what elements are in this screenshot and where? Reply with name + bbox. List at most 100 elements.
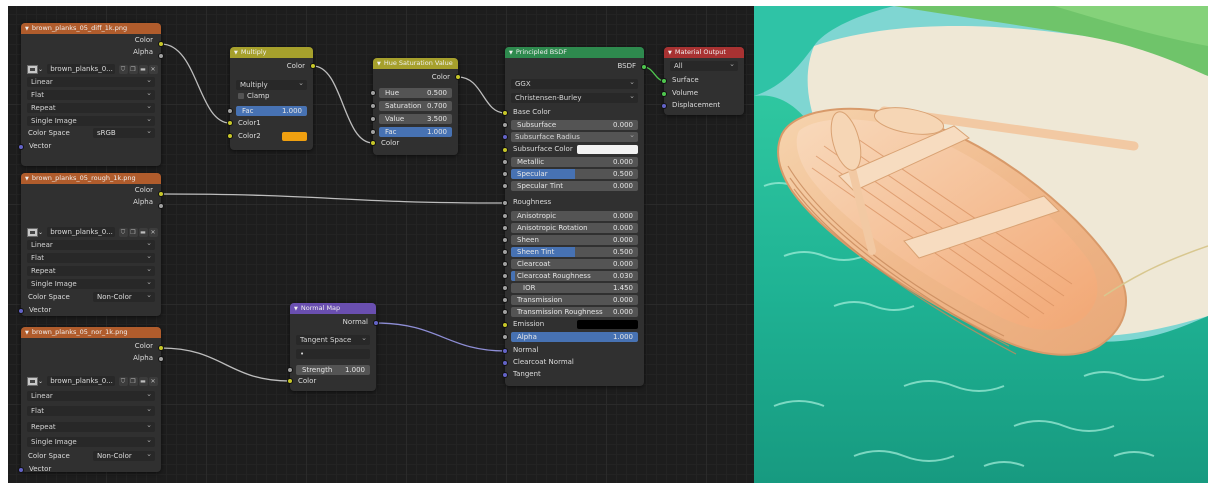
hue-field[interactable]: Hue 0.500: [379, 88, 452, 98]
output-color-socket[interactable]: [158, 345, 164, 351]
input-subsurface-radius-socket[interactable]: [502, 134, 508, 140]
ior-field[interactable]: IOR 1.450: [511, 283, 638, 293]
copy-icon[interactable]: ❐: [128, 64, 138, 74]
image-icon[interactable]: [27, 376, 38, 386]
node-header[interactable]: ▼ Hue Saturation Value: [373, 58, 458, 69]
input-specular-socket[interactable]: [502, 171, 508, 177]
node-header[interactable]: ▼ Principled BSDF: [505, 47, 644, 58]
projection-dropdown[interactable]: Flat: [27, 90, 155, 100]
color-space-dropdown[interactable]: Non-Color: [93, 449, 155, 461]
image-name[interactable]: brown_planks_0...: [47, 64, 116, 74]
input-transmission-roughness-socket[interactable]: [502, 309, 508, 315]
image-name[interactable]: brown_planks_0...: [47, 376, 116, 386]
image-selector[interactable]: ⌄ brown_planks_0... ⛉ ❐ ▬ ✕: [27, 376, 158, 386]
close-icon[interactable]: ✕: [148, 376, 158, 386]
input-tangent-socket[interactable]: [502, 372, 508, 378]
input-subsurface-color-socket[interactable]: [502, 147, 508, 153]
node-header[interactable]: ▼ brown_planks_05_diff_1k.png: [21, 23, 161, 34]
image-selector[interactable]: ⌄ brown_planks_0... ⛉ ❐ ▬ ✕: [27, 227, 158, 237]
input-metallic-socket[interactable]: [502, 159, 508, 165]
subsurface-color-swatch[interactable]: [577, 145, 638, 154]
projection-dropdown[interactable]: Flat: [27, 253, 155, 263]
space-dropdown[interactable]: Tangent Space: [296, 335, 370, 345]
node-header[interactable]: ▼ Multiply: [230, 47, 313, 58]
image-icon[interactable]: [27, 227, 38, 237]
blend-mode-dropdown[interactable]: Multiply: [236, 80, 307, 90]
source-dropdown[interactable]: Single Image: [27, 116, 155, 126]
clearcoat-roughness-field[interactable]: Clearcoat Roughness 0.030: [511, 271, 638, 281]
input-roughness-socket[interactable]: [502, 200, 508, 206]
output-normal-socket[interactable]: [373, 320, 379, 326]
fac-slider[interactable]: Fac 1.000: [379, 127, 452, 137]
input-vector-socket[interactable]: [18, 467, 24, 473]
image-texture-node-nor[interactable]: ▼ brown_planks_05_nor_1k.png Color Alpha …: [18, 327, 164, 473]
image-texture-node-rough[interactable]: ▼ brown_planks_05_rough_1k.png Color Alph…: [18, 173, 164, 316]
input-surface-socket[interactable]: [661, 78, 667, 84]
input-value-socket[interactable]: [370, 116, 376, 122]
output-alpha-socket[interactable]: [158, 203, 164, 209]
image-name[interactable]: brown_planks_0...: [47, 227, 116, 237]
output-bsdf-socket[interactable]: [641, 64, 647, 70]
input-transmission-socket[interactable]: [502, 297, 508, 303]
color-space-dropdown[interactable]: Non-Color: [93, 290, 155, 302]
input-color2-socket[interactable]: [227, 133, 233, 139]
extension-dropdown[interactable]: Repeat: [27, 266, 155, 276]
clearcoat-field[interactable]: Clearcoat 0.000: [511, 259, 638, 269]
extension-dropdown[interactable]: Repeat: [27, 422, 155, 432]
principled-bsdf-node[interactable]: ▼Principled BSDF BSDF GGX Christensen-Bu…: [502, 47, 647, 386]
color2-swatch[interactable]: [282, 132, 307, 141]
interpolation-dropdown[interactable]: Linear: [27, 77, 155, 87]
projection-dropdown[interactable]: Flat: [27, 406, 155, 416]
input-clearcoat-roughness-socket[interactable]: [502, 273, 508, 279]
output-color-socket[interactable]: [455, 74, 461, 80]
sheen-tint-field[interactable]: Sheen Tint 0.500: [511, 247, 638, 257]
mix-rgb-node[interactable]: ▼Multiply Color Multiply Clamp Fac1.000 …: [227, 47, 316, 150]
shader-node-editor[interactable]: ▼ brown_planks_05_diff_1k.png Color Alpha…: [8, 6, 754, 483]
transmission-field[interactable]: Transmission 0.000: [511, 295, 638, 305]
input-saturation-socket[interactable]: [370, 103, 376, 109]
input-emission-socket[interactable]: [502, 322, 508, 328]
emission-color-swatch[interactable]: [577, 320, 638, 329]
input-base-color-socket[interactable]: [502, 110, 508, 116]
metallic-field[interactable]: Metallic 0.000: [511, 157, 638, 167]
input-clearcoat-normal-socket[interactable]: [502, 360, 508, 366]
input-ior-socket[interactable]: [502, 285, 508, 291]
input-anisotropic-rotation-socket[interactable]: [502, 225, 508, 231]
output-color-socket[interactable]: [158, 41, 164, 47]
normal-map-node[interactable]: ▼Normal Map Normal Tangent Space • Stren…: [287, 303, 379, 391]
input-strength-socket[interactable]: [287, 367, 293, 373]
input-color-socket[interactable]: [287, 378, 293, 384]
input-hue-socket[interactable]: [370, 90, 376, 96]
input-vector-socket[interactable]: [18, 144, 24, 150]
output-color-socket[interactable]: [310, 63, 316, 69]
close-icon[interactable]: ✕: [148, 227, 158, 237]
input-vector-socket[interactable]: [18, 308, 24, 314]
node-header[interactable]: ▼ brown_planks_05_rough_1k.png: [21, 173, 161, 184]
image-selector[interactable]: ⌄ brown_planks_0... ⛉ ❐ ▬ ✕: [27, 64, 158, 74]
folder-icon[interactable]: ▬: [138, 227, 148, 237]
close-icon[interactable]: ✕: [148, 64, 158, 74]
uv-map-field[interactable]: •: [296, 349, 370, 359]
input-normal-socket[interactable]: [502, 348, 508, 354]
folder-icon[interactable]: ▬: [138, 64, 148, 74]
clamp-toggle[interactable]: Clamp: [230, 91, 313, 102]
folder-icon[interactable]: ▬: [138, 376, 148, 386]
clamp-checkbox[interactable]: [238, 93, 244, 99]
color-space-dropdown[interactable]: sRGB: [93, 126, 155, 138]
interpolation-dropdown[interactable]: Linear: [27, 240, 155, 250]
input-sheen-socket[interactable]: [502, 237, 508, 243]
subsurface-radius-field[interactable]: Subsurface Radius: [511, 132, 638, 142]
input-color-socket[interactable]: [370, 140, 376, 146]
output-color-socket[interactable]: [158, 191, 164, 197]
extension-dropdown[interactable]: Repeat: [27, 103, 155, 113]
image-icon[interactable]: [27, 64, 38, 74]
specular-field[interactable]: Specular 0.500: [511, 169, 638, 179]
output-alpha-socket[interactable]: [158, 356, 164, 362]
anisotropic-rotation-field[interactable]: Anisotropic Rotation 0.000: [511, 223, 638, 233]
node-header[interactable]: ▼ Normal Map: [290, 303, 376, 314]
sheen-field[interactable]: Sheen 0.000: [511, 235, 638, 245]
input-color1-socket[interactable]: [227, 120, 233, 126]
shield-icon[interactable]: ⛉: [118, 64, 128, 74]
shield-icon[interactable]: ⛉: [118, 376, 128, 386]
input-sheen-tint-socket[interactable]: [502, 249, 508, 255]
